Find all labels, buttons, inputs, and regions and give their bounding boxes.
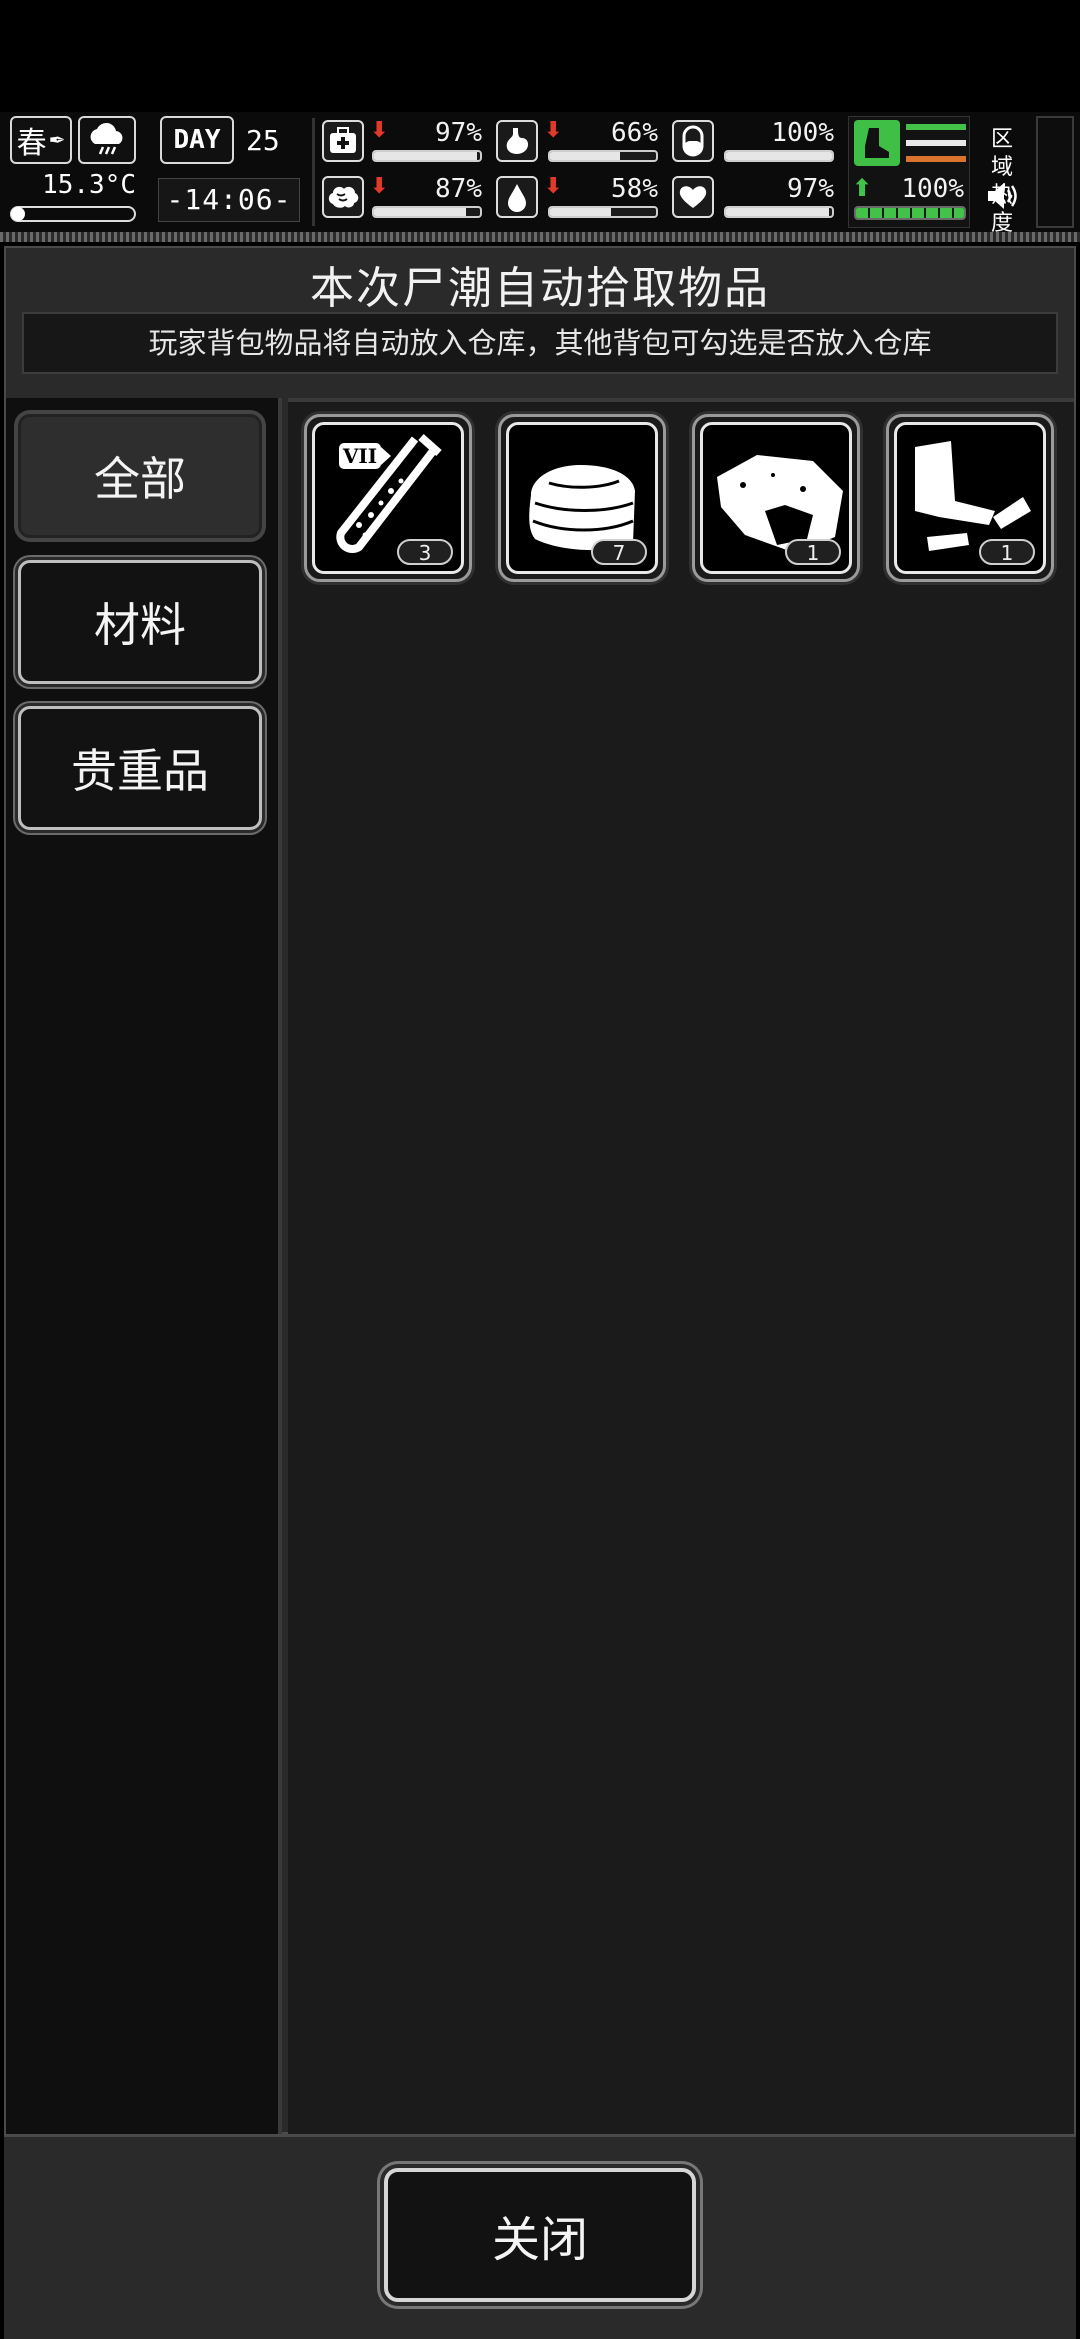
sanity-trend-down-icon: ⬇ xyxy=(370,174,389,199)
item-slot-ore[interactable]: 1 xyxy=(692,414,860,582)
item-count: 1 xyxy=(979,539,1035,565)
temperature-readout: 15.3°C xyxy=(42,170,136,200)
thermometer-bar xyxy=(10,206,136,222)
thirst-value: 58% xyxy=(611,174,658,204)
day-label: DAY xyxy=(160,116,234,164)
day-number: 25 xyxy=(246,124,280,157)
boot-icon xyxy=(854,120,900,166)
notice-banner: 玩家背包物品将自动放入仓库，其他背包可勾选是否放入仓库 xyxy=(22,312,1058,374)
hunger-bar xyxy=(548,150,658,162)
thirst-trend-down-icon: ⬇ xyxy=(544,174,563,199)
close-button[interactable]: 关闭 xyxy=(384,2168,696,2302)
stamina-bar xyxy=(854,206,966,220)
heat-level-orange xyxy=(906,156,966,162)
feather-icon: ✒ xyxy=(48,128,66,152)
heat-level-green xyxy=(906,124,966,130)
region-heat-meter xyxy=(1036,116,1074,228)
item-count: 1 xyxy=(785,539,841,565)
clock-time: -14:06- xyxy=(158,178,300,222)
weather-rain-icon xyxy=(78,116,136,164)
category-valuables-tab[interactable]: 贵重品 xyxy=(18,706,262,830)
hud-divider xyxy=(0,232,1080,242)
pill-icon xyxy=(672,120,714,162)
water-drop-icon xyxy=(496,176,538,218)
brain-icon xyxy=(322,176,364,218)
item-grid xyxy=(288,398,1074,2134)
health-value: 97% xyxy=(435,118,482,148)
heart-icon xyxy=(672,176,714,218)
sanity-value: 87% xyxy=(435,174,482,204)
sanity-bar xyxy=(372,206,482,218)
medkit-icon xyxy=(322,120,364,162)
season-label: 春 xyxy=(16,126,47,161)
energy-value: 100% xyxy=(771,118,834,148)
category-materials-tab[interactable]: 材料 xyxy=(18,560,262,684)
mood-bar xyxy=(724,206,834,218)
health-trend-down-icon: ⬇ xyxy=(370,118,389,143)
thermometer-icon xyxy=(11,207,25,221)
item-slot-cloth[interactable]: 7 xyxy=(498,414,666,582)
hud-separator xyxy=(312,118,315,226)
hunger-trend-down-icon: ⬇ xyxy=(544,118,563,143)
item-slot-scrap[interactable]: 1 xyxy=(886,414,1054,582)
mood-value: 97% xyxy=(787,174,834,204)
speaker-icon[interactable] xyxy=(986,180,1020,212)
thirst-bar xyxy=(548,206,658,218)
season-badge: 春 ✒ xyxy=(10,116,72,164)
stamina-value: 100% xyxy=(901,174,964,204)
health-bar xyxy=(372,150,482,162)
heat-level-white xyxy=(906,140,966,146)
stomach-icon xyxy=(496,120,538,162)
panel-title: 本次尸潮自动拾取物品 xyxy=(310,263,770,314)
item-count: 7 xyxy=(591,539,647,565)
category-all-tab[interactable]: 全部 xyxy=(18,414,262,538)
item-tag-text: VII xyxy=(342,444,377,468)
energy-bar xyxy=(724,150,834,162)
item-count: 3 xyxy=(397,539,453,565)
hunger-value: 66% xyxy=(611,118,658,148)
item-slot-test-tube[interactable]: VII 3 xyxy=(304,414,472,582)
